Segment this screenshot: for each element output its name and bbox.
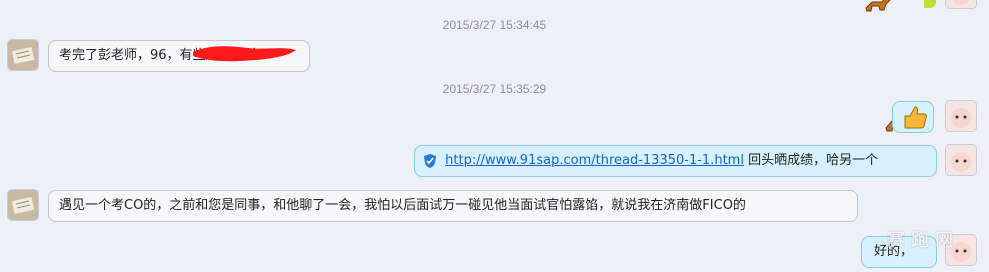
timestamp: 2015/3/27 15:34:45: [442, 18, 547, 32]
bubble-tail: [924, 0, 936, 8]
avatar-contact[interactable]: [8, 40, 38, 70]
avatar-self[interactable]: [946, 145, 976, 175]
message-text: 回头晒成绩，哈另一个: [748, 153, 879, 168]
sticker-bubble[interactable]: [892, 101, 934, 133]
redaction-scribble: [193, 46, 296, 62]
avatar-self[interactable]: [946, 101, 976, 131]
thumbs-up-icon: [904, 106, 927, 129]
timestamp: 2015/3/27 15:35:29: [442, 82, 547, 96]
message-bubble-outgoing[interactable]: http://www.91sap.com/thread-13350-1-1.ht…: [414, 145, 937, 177]
avatar-contact[interactable]: [8, 190, 38, 220]
avatar-self[interactable]: [946, 0, 976, 8]
message-text: 遇见一个考CO的，之前和您是同事，和他聊了一会，我怕以后面试万一碰见他当面试官怕…: [59, 198, 746, 213]
message-link[interactable]: http://www.91sap.com/thread-13350-1-1.ht…: [445, 153, 744, 168]
watermark: 赛跑网: [887, 230, 959, 251]
message-bubble-incoming[interactable]: 遇见一个考CO的，之前和您是同事，和他聊了一会，我怕以后面试万一碰见他当面试官怕…: [48, 190, 858, 222]
shield-check-icon: [424, 153, 436, 168]
horse-sticker-icon: [862, 0, 892, 20]
